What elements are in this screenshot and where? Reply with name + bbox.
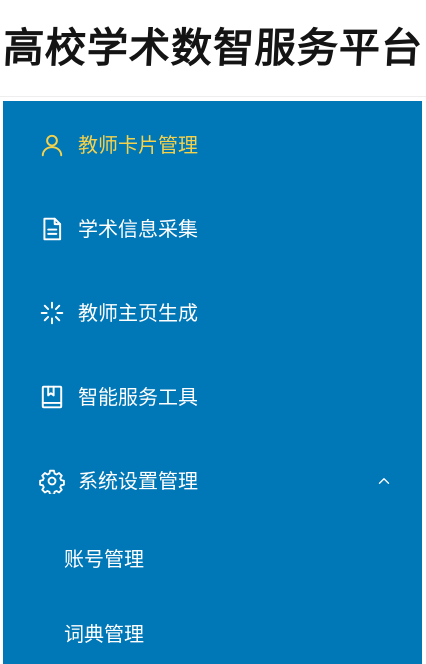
- sidebar-item-homepage[interactable]: 教师主页生成: [3, 285, 422, 341]
- user-icon: [39, 132, 65, 158]
- sidebar-subitem-label: 词典管理: [64, 622, 144, 646]
- app-page: 高校学术数智服务平台 教师卡片管理 学术信息采集 教师主页生成 智能服务工具 系…: [0, 0, 426, 664]
- gear-icon: [39, 468, 65, 494]
- document-icon: [39, 216, 65, 242]
- book-icon: [39, 384, 65, 410]
- sidebar-item-teacher-cards[interactable]: 教师卡片管理: [3, 117, 422, 173]
- sidebar-item-label: 系统设置管理: [78, 469, 198, 493]
- platform-title: 高校学术数智服务平台: [1, 23, 425, 72]
- sidebar-item-label: 教师主页生成: [78, 301, 198, 325]
- sidebar-subitem-label: 账号管理: [64, 547, 144, 571]
- sidebar-subitem-accounts[interactable]: 账号管理: [3, 534, 422, 584]
- sidebar-item-system-settings[interactable]: 系统设置管理: [3, 453, 422, 509]
- sidebar-item-label: 教师卡片管理: [78, 133, 198, 157]
- sidebar-subitem-dictionary[interactable]: 词典管理: [3, 609, 422, 659]
- header-banner: 高校学术数智服务平台: [0, 0, 426, 97]
- sidebar-item-smart-tools[interactable]: 智能服务工具: [3, 369, 422, 425]
- chevron-up-icon[interactable]: [375, 472, 393, 490]
- sidebar-item-label: 学术信息采集: [78, 217, 198, 241]
- sidebar-item-label: 智能服务工具: [78, 385, 198, 409]
- loading-icon: [39, 300, 65, 326]
- sidebar-menu: 教师卡片管理 学术信息采集 教师主页生成 智能服务工具 系统设置管理 账号管理 …: [3, 101, 422, 664]
- sidebar-item-academic-info[interactable]: 学术信息采集: [3, 201, 422, 257]
